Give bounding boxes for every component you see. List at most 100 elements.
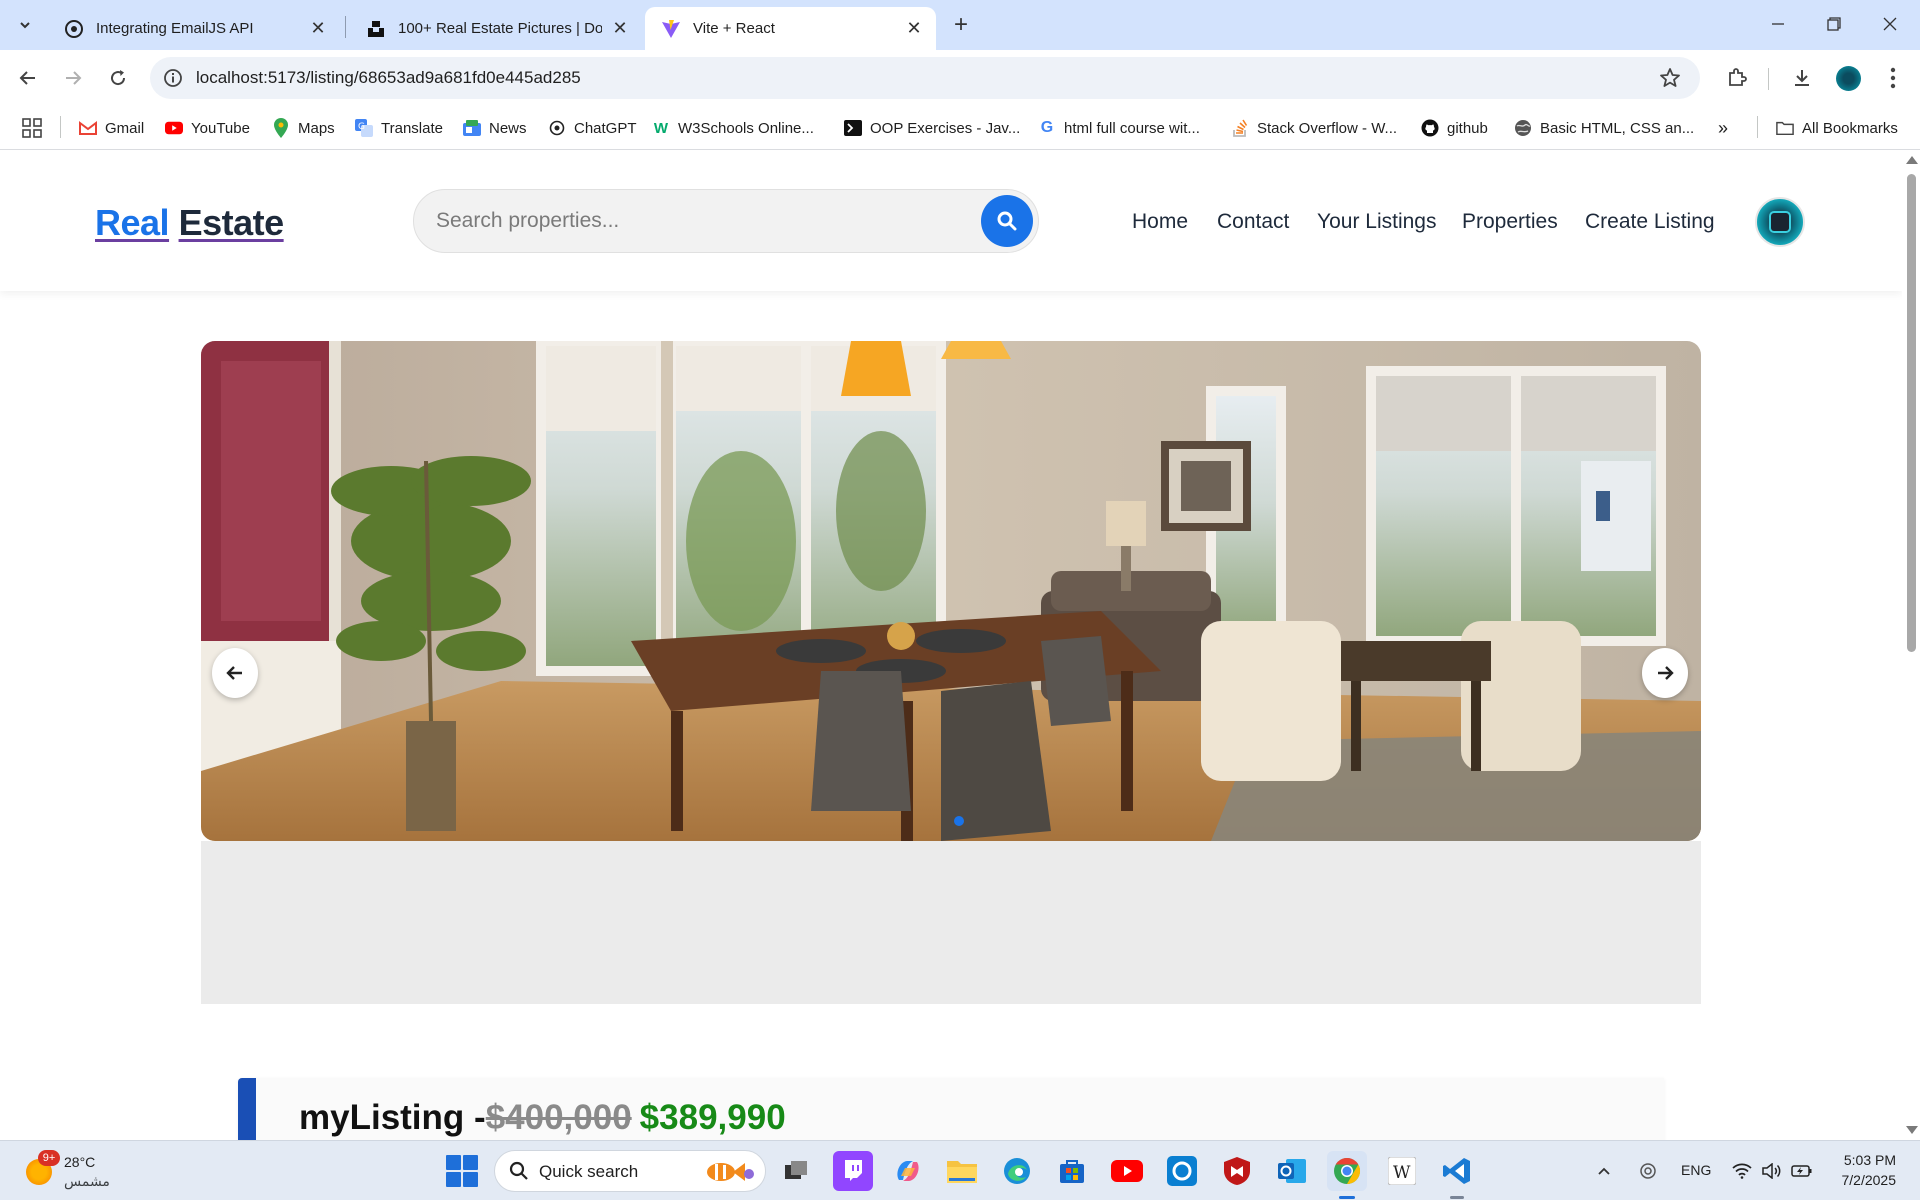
browser-menu-button[interactable]	[1878, 63, 1908, 93]
restore-button[interactable]	[1806, 0, 1862, 48]
translate-icon: G	[355, 119, 373, 137]
gallery-placeholder	[201, 841, 1701, 1004]
tab-emailjs[interactable]: Integrating EmailJS API ✕	[48, 7, 340, 50]
search-input[interactable]	[436, 190, 956, 252]
volume-button[interactable]	[1758, 1151, 1786, 1191]
start-button[interactable]	[446, 1155, 478, 1187]
clock-time[interactable]: 5:03 PM	[1840, 1152, 1896, 1168]
bookmark-gmail[interactable]: Gmail	[79, 116, 144, 140]
nav-properties[interactable]: Properties	[1462, 210, 1558, 234]
youtube-app[interactable]	[1107, 1151, 1147, 1191]
url-text: localhost:5173/listing/68653ad9a681fd0e4…	[196, 68, 581, 87]
user-avatar[interactable]	[1755, 197, 1805, 247]
bookmark-translate[interactable]: G Translate	[355, 116, 443, 140]
more-bookmarks-button[interactable]: »	[1718, 116, 1728, 140]
taskbar-search[interactable]: Quick search	[494, 1150, 766, 1192]
network-status-button[interactable]	[1634, 1151, 1662, 1191]
downloads-button[interactable]	[1787, 63, 1817, 93]
bookmark-youtube[interactable]: YouTube	[165, 116, 250, 140]
reload-button[interactable]	[101, 61, 135, 95]
back-button[interactable]	[11, 61, 45, 95]
close-icon[interactable]: ✕	[308, 18, 328, 39]
bookmark-news[interactable]: News	[463, 116, 527, 140]
bookmark-star-icon[interactable]	[1658, 66, 1682, 90]
fish-icon	[707, 1163, 754, 1181]
youtube-icon	[165, 119, 183, 137]
bookmark-label: github	[1447, 119, 1488, 137]
bookmark-maps[interactable]: Maps	[272, 116, 335, 140]
edge-app[interactable]	[997, 1151, 1037, 1191]
twitch-app[interactable]	[833, 1151, 873, 1191]
task-view-button[interactable]	[776, 1151, 816, 1191]
nav-create-listing[interactable]: Create Listing	[1585, 210, 1715, 234]
folder-icon	[1776, 119, 1794, 137]
battery-button[interactable]	[1788, 1151, 1816, 1191]
bookmark-label: OOP Exercises - Jav...	[870, 119, 1021, 137]
svg-text:W: W	[1393, 1163, 1411, 1183]
wikipedia-app[interactable]: W	[1382, 1151, 1422, 1191]
bookmark-w3schools[interactable]: W W3Schools Online...	[652, 116, 814, 140]
nav-contact[interactable]: Contact	[1217, 210, 1289, 234]
chevron-up-icon	[1598, 1167, 1610, 1175]
show-hidden-icons-button[interactable]	[1590, 1151, 1618, 1191]
all-bookmarks-folder[interactable]: All Bookmarks	[1776, 116, 1898, 140]
copilot-app[interactable]	[888, 1151, 928, 1191]
bookmark-basic-html[interactable]: Basic HTML, CSS an...	[1514, 116, 1694, 140]
tab-search-button[interactable]	[10, 11, 40, 39]
tab-strip: Integrating EmailJS API ✕ 100+ Real Esta…	[0, 0, 1920, 50]
page-scrollbar[interactable]	[1902, 150, 1920, 1140]
bookmark-oop-exercises[interactable]: OOP Exercises - Jav...	[844, 116, 1020, 140]
listing-name: myListing -	[299, 1098, 486, 1137]
windows-logo-pane	[463, 1155, 478, 1170]
bookmark-stack-overflow[interactable]: Stack Overflow - W...	[1231, 116, 1397, 140]
os-taskbar: 9+ 28°C مشمس Quick search W ENG 5:03 PM …	[0, 1140, 1920, 1200]
bookmark-chatgpt[interactable]: ChatGPT	[548, 116, 637, 140]
profile-avatar[interactable]	[1836, 66, 1861, 91]
file-explorer-app[interactable]	[942, 1151, 982, 1191]
weather-widget[interactable]: 9+ 28°C مشمس	[26, 1149, 166, 1193]
bookmark-github[interactable]: github	[1421, 116, 1488, 140]
carousel-dot-active[interactable]	[954, 816, 964, 826]
bookmark-divider	[1757, 116, 1758, 138]
search-button[interactable]	[981, 195, 1033, 247]
site-logo[interactable]: Real Estate	[95, 202, 284, 244]
chrome-icon	[1334, 1157, 1361, 1185]
extensions-button[interactable]	[1722, 63, 1752, 93]
bookmark-label: Translate	[381, 119, 443, 137]
openai-icon	[548, 119, 566, 137]
store-app[interactable]	[1052, 1151, 1092, 1191]
tab-real-estate-pictures[interactable]: 100+ Real Estate Pictures | Dow ✕	[350, 7, 642, 50]
bookmark-html-course[interactable]: G html full course wit...	[1038, 116, 1200, 140]
cortana-app[interactable]	[1162, 1151, 1202, 1191]
carousel-prev-button[interactable]	[212, 648, 258, 698]
new-tab-button[interactable]: +	[948, 11, 974, 39]
wifi-button[interactable]	[1728, 1151, 1756, 1191]
stack-overflow-icon	[1231, 119, 1249, 137]
apps-button[interactable]	[22, 116, 42, 140]
scroll-down-arrow[interactable]	[1906, 1126, 1918, 1134]
listing-photo	[201, 341, 1701, 841]
forward-button[interactable]	[56, 61, 90, 95]
scroll-thumb[interactable]	[1907, 174, 1916, 652]
nav-home[interactable]: Home	[1132, 210, 1188, 234]
close-window-button[interactable]	[1862, 0, 1918, 48]
carousel-next-button[interactable]	[1642, 648, 1688, 698]
arrow-right-icon	[66, 71, 82, 85]
language-indicator[interactable]: ENG	[1681, 1162, 1711, 1178]
address-bar[interactable]: localhost:5173/listing/68653ad9a681fd0e4…	[150, 57, 1700, 99]
close-icon[interactable]: ✕	[904, 18, 924, 39]
tab-vite-react[interactable]: Vite + React ✕	[645, 7, 936, 50]
puzzle-icon	[1729, 68, 1747, 86]
close-icon[interactable]: ✕	[610, 18, 630, 39]
mcafee-app[interactable]	[1217, 1151, 1257, 1191]
info-icon[interactable]	[162, 67, 184, 89]
outlook-app[interactable]	[1272, 1151, 1312, 1191]
mcafee-shield-icon	[1224, 1157, 1250, 1185]
scroll-up-arrow[interactable]	[1906, 156, 1918, 164]
vscode-app[interactable]	[1437, 1151, 1477, 1191]
chrome-app[interactable]	[1327, 1151, 1367, 1191]
minimize-button[interactable]	[1750, 0, 1806, 48]
nav-your-listings[interactable]: Your Listings	[1317, 210, 1436, 234]
logo-real: Real	[95, 202, 170, 243]
clock-date[interactable]: 7/2/2025	[1834, 1172, 1897, 1188]
